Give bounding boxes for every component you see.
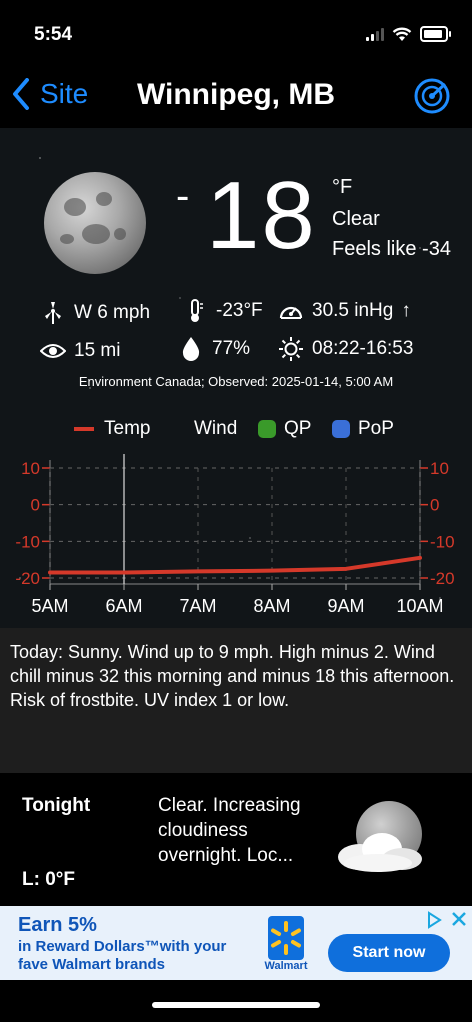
- legend-wind[interactable]: Wind: [194, 418, 237, 440]
- temp-swatch: [74, 427, 94, 431]
- water-drop-icon: [178, 336, 204, 362]
- pressure-trend: ↑: [401, 300, 411, 321]
- chart-y-tick-label-right: 0: [430, 496, 439, 515]
- hourly-chart[interactable]: 10 10 0 0 -10 -10 -20 -20 5AM 6AM 7AM 8AM 9AM 10AM: [0, 452, 472, 622]
- observation-source: Environment Canada; Observed: 2025-01-14…: [78, 374, 394, 389]
- close-icon[interactable]: [450, 910, 468, 928]
- chart-x-tick-label: 5AM: [31, 596, 68, 616]
- ad-brand: Walmart: [264, 960, 308, 972]
- legend-pop-label: PoP: [358, 418, 394, 439]
- temp-series-line: [48, 555, 422, 575]
- chart-y-tick-label-right: -10: [430, 532, 455, 551]
- wind-stat: W 6 mph: [40, 300, 150, 326]
- temperature-sign: -: [176, 174, 190, 218]
- current-temperature: 18: [206, 162, 317, 269]
- battery-icon: [420, 26, 451, 42]
- humidity-value: 77%: [212, 338, 251, 359]
- chart-x-tick-label: 7AM: [179, 596, 216, 616]
- wifi-icon: [392, 27, 412, 41]
- current-conditions-panel: - 18 °F Clear Feels like -34 W 6 mph -23…: [0, 128, 472, 628]
- status-time: 5:54: [34, 24, 73, 45]
- ad-subtitle: in Reward Dollars™with your fave Walmart…: [18, 938, 238, 974]
- temp-data-point: [122, 571, 126, 574]
- wind-value: W 6 mph: [74, 302, 151, 323]
- temp-data-point: [48, 571, 52, 574]
- pressure-value: 30.5 inHg: [312, 300, 394, 321]
- gauge-icon: [278, 298, 304, 324]
- chart-y-tick-label-left: 10: [21, 459, 40, 478]
- today-forecast-text: Today: Sunny. Wind up to 9 mph. High min…: [0, 628, 472, 773]
- ad-line-1: in Reward Dollars™with your: [18, 938, 227, 955]
- chart-y-tick-label-left: -10: [15, 532, 40, 551]
- temperature-unit: °F: [332, 176, 353, 198]
- legend-pop[interactable]: PoP: [332, 418, 394, 440]
- temp-data-point: [196, 569, 200, 573]
- status-bar: 5:54: [0, 0, 472, 64]
- navigation-bar: Site Winnipeg, MB: [0, 64, 472, 128]
- moon-icon: [44, 172, 146, 274]
- temp-data-point: [418, 556, 422, 560]
- chart-y-tick-label-right: -20: [430, 569, 455, 588]
- ad-title: Earn 5%: [18, 914, 97, 936]
- humidity-stat: 77%: [178, 336, 250, 362]
- qp-swatch: [258, 420, 276, 438]
- tonight-label: Tonight: [22, 795, 91, 816]
- page-title: Winnipeg, MB: [136, 78, 336, 111]
- chart-x-tick-label: 10AM: [396, 596, 443, 616]
- wind-turbine-icon: [40, 300, 66, 326]
- dew-point-value: -23°F: [216, 300, 263, 321]
- chart-x-tick-label: 8AM: [253, 596, 290, 616]
- legend-qp[interactable]: QP: [258, 418, 311, 440]
- home-indicator[interactable]: [152, 1002, 320, 1008]
- ad-line-2: fave Walmart brands: [18, 956, 165, 973]
- eye-icon: [40, 338, 66, 364]
- tonight-description: Clear. Increasing cloudiness overnight. …: [158, 795, 301, 866]
- legend-temp[interactable]: Temp: [74, 418, 150, 440]
- chart-y-tick-label-left: -20: [15, 569, 40, 588]
- ad-start-now-button[interactable]: Start now: [328, 934, 450, 972]
- chart-y-tick-label-right: 10: [430, 459, 449, 478]
- dew-point-stat: -23°F: [182, 298, 263, 324]
- temp-data-point: [344, 567, 348, 571]
- chart-legend: Temp Wind QP PoP: [0, 418, 472, 444]
- sun-stat: 08:22-16:53: [278, 336, 413, 362]
- radar-icon[interactable]: [414, 78, 450, 114]
- current-condition: Clear: [332, 208, 380, 230]
- ad-banner[interactable]: Earn 5% in Reward Dollars™with your fave…: [0, 906, 472, 980]
- sun-icon: [278, 336, 304, 362]
- legend-temp-label: Temp: [104, 418, 151, 439]
- pressure-stat: 30.5 inHg ↑: [278, 298, 411, 324]
- chart-y-tick-label-left: 0: [31, 496, 40, 515]
- temp-data-point: [270, 569, 274, 573]
- visibility-stat: 15 mi: [40, 338, 120, 364]
- legend-wind-label: Wind: [194, 418, 238, 439]
- thermometer-icon: [182, 298, 208, 324]
- ad-choices-icon[interactable]: [424, 910, 444, 930]
- feels-like: Feels like -34: [332, 238, 451, 260]
- pop-swatch: [332, 420, 350, 438]
- cloud-icon: [338, 833, 422, 872]
- sunrise-sunset-value: 08:22-16:53: [312, 338, 414, 359]
- visibility-value: 15 mi: [74, 340, 121, 361]
- chart-x-tick-label: 6AM: [105, 596, 142, 616]
- tonight-forecast[interactable]: Tonight L: 0°F Clear. Increasing cloudin…: [0, 773, 472, 906]
- cellular-signal-icon: [366, 27, 384, 41]
- home-area: [0, 980, 472, 1022]
- status-icons: [366, 26, 451, 42]
- tonight-low: L: 0°F: [22, 869, 75, 890]
- chart-x-tick-label: 9AM: [327, 596, 364, 616]
- legend-qp-label: QP: [284, 418, 312, 439]
